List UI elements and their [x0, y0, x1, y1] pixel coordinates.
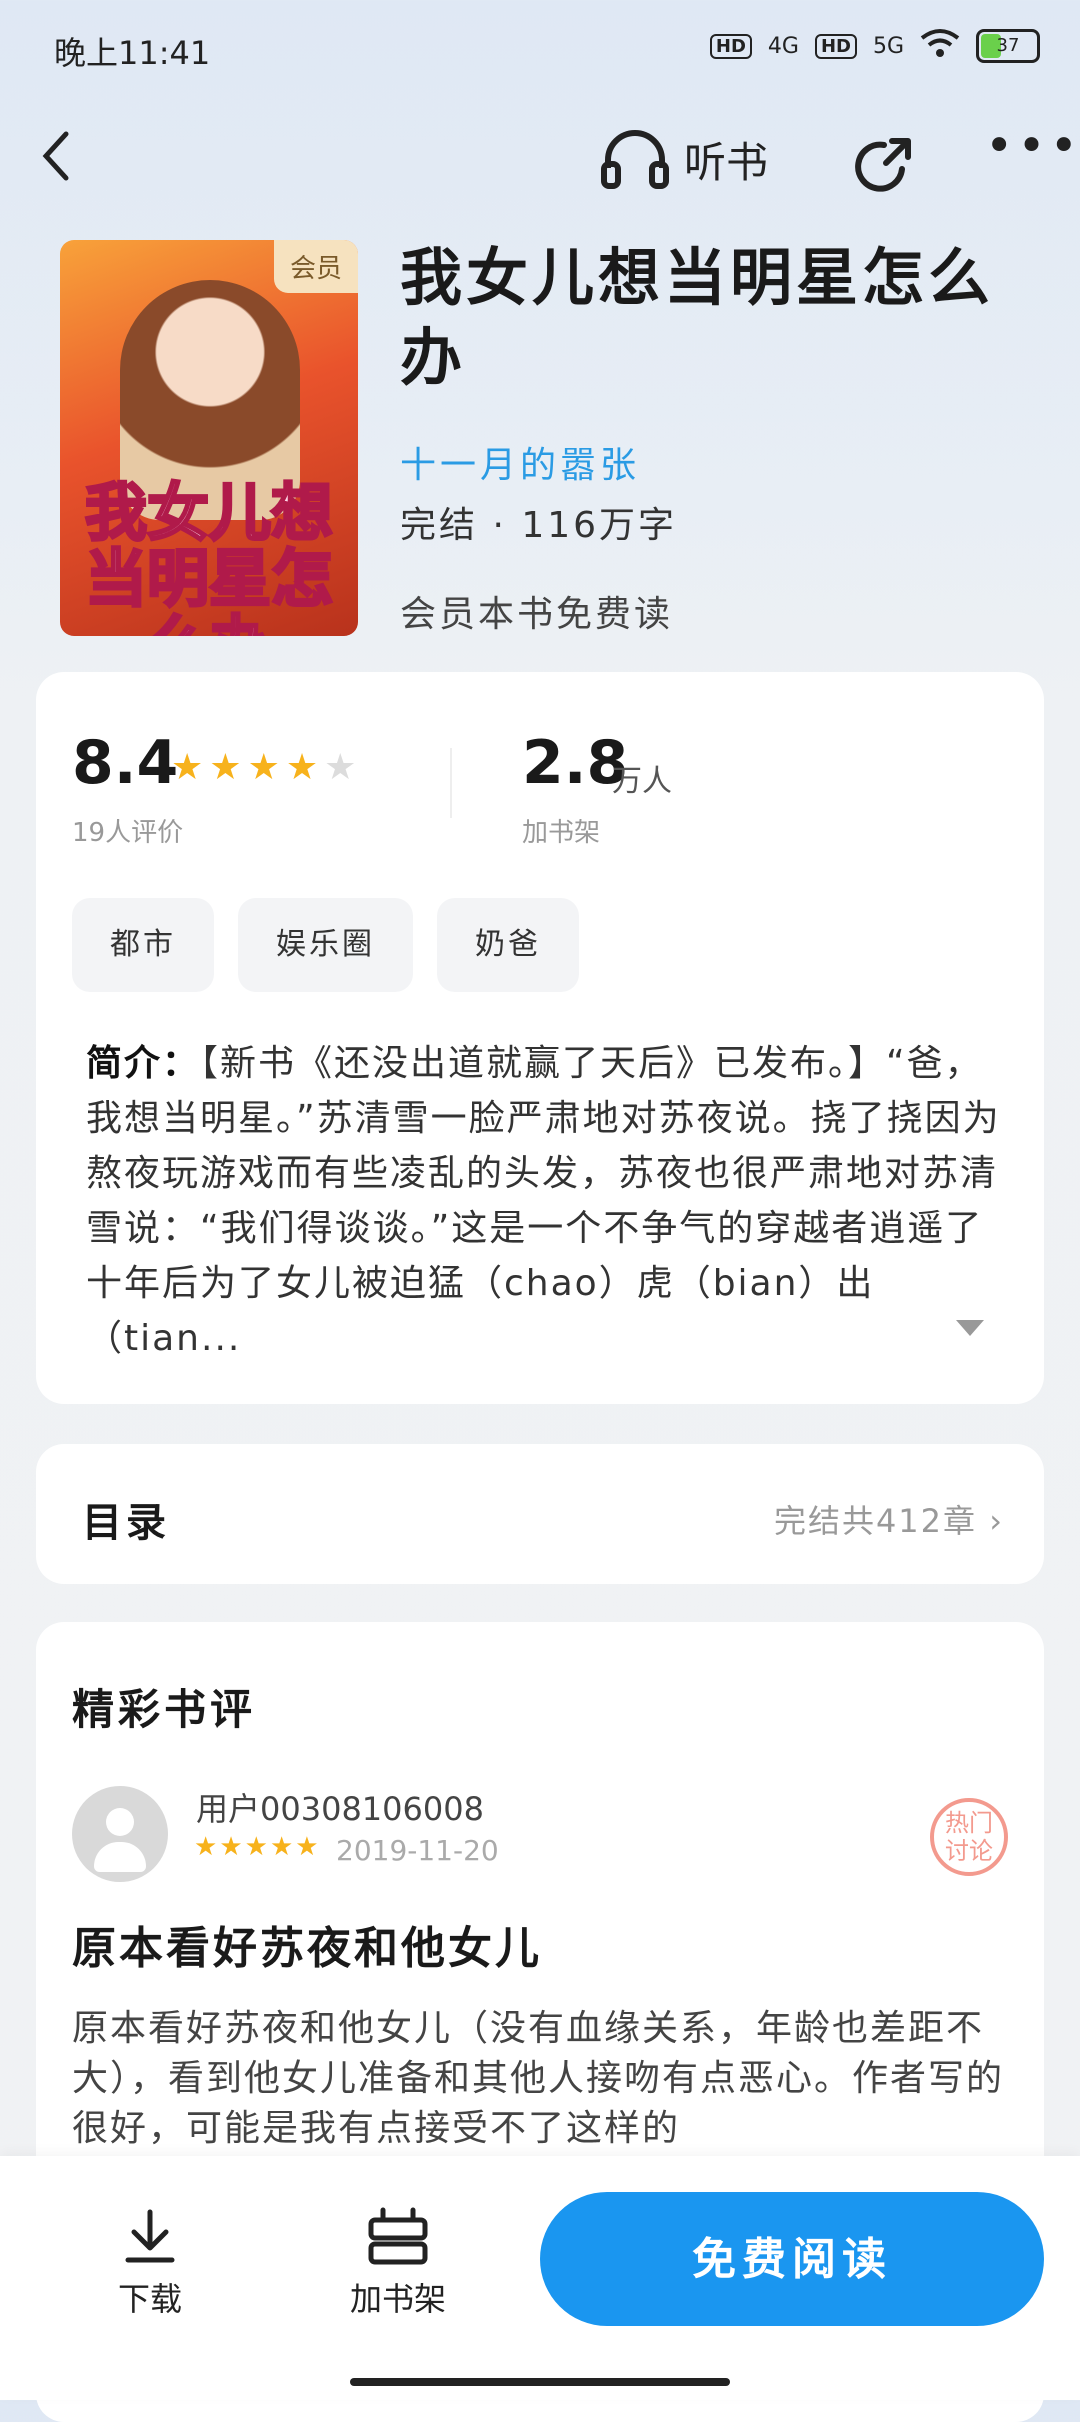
- star-icon: ★: [194, 1832, 218, 1862]
- status-time: 晚上11:41: [54, 34, 211, 72]
- star-icon: ★: [209, 747, 242, 788]
- star-empty-icon: ★: [324, 747, 357, 788]
- author-link[interactable]: 十一月的嚣张: [400, 436, 640, 488]
- rating-score: 8.4: [72, 728, 179, 798]
- download-button[interactable]: 下载: [110, 2206, 190, 2320]
- star-icon: ★: [285, 747, 319, 788]
- status-bar: 晚上11:41 HD 4G HD 5G 37: [0, 0, 1080, 100]
- star-icon: ★: [269, 1832, 294, 1862]
- battery-icon: 37: [976, 29, 1040, 63]
- review-stars: ★ ★ ★ ★ ★: [194, 1834, 319, 1860]
- reviews-heading: 精彩书评: [72, 1685, 257, 1734]
- home-indicator[interactable]: [350, 2378, 730, 2386]
- tag-list: 都市 娱乐圈 奶爸: [72, 898, 579, 992]
- share-button[interactable]: [850, 135, 911, 195]
- book-intro[interactable]: 简介：【新书《还没出道就赢了天后》已发布。】“爸，我想当明星。”苏清雪一脸严肃地…: [86, 1036, 1006, 1366]
- star-icon: ★: [171, 747, 204, 788]
- back-button[interactable]: [40, 130, 80, 190]
- book-summary-card: 8.4 ★ ★ ★ ★ ★ 19人评价 2.8 万人 加书架 都市 娱乐圈 奶爸…: [36, 672, 1044, 1404]
- add-to-shelf-button[interactable]: 加书架: [338, 2206, 458, 2320]
- more-dots-icon: •••: [985, 118, 1080, 174]
- shelf-label: 加书架: [522, 818, 601, 848]
- hd-icon-2: HD: [814, 33, 857, 59]
- hd-icon: HD: [709, 33, 752, 59]
- cover-title: 我女儿想当明星怎么办: [83, 476, 334, 636]
- chevron-left-icon: [42, 131, 69, 181]
- divider: [450, 748, 452, 818]
- download-icon: [125, 2209, 175, 2263]
- hot-discussion-badge: 热门讨论: [930, 1798, 1008, 1876]
- rating-count[interactable]: 19人评价: [72, 812, 183, 849]
- toc-row[interactable]: 目录 完结共412章 ›: [36, 1444, 1044, 1584]
- listen-book-button[interactable]: 听书: [600, 128, 768, 190]
- expand-triangle-icon[interactable]: [956, 1320, 984, 1336]
- toc-chapter-count: 完结共412章 ›: [773, 1502, 1004, 1540]
- vip-badge: 会员: [273, 240, 358, 293]
- intro-label: 简介：: [86, 1043, 201, 1084]
- free-read-button[interactable]: 免费阅读: [540, 2192, 1044, 2326]
- avatar[interactable]: [72, 1786, 168, 1882]
- toc-label: 目录: [82, 1500, 170, 1546]
- share-icon: [855, 138, 911, 192]
- more-button[interactable]: •••: [985, 118, 1080, 174]
- review-body[interactable]: 原本看好苏夜和他女儿（没有血缘关系，年龄也差距不大），看到他女儿准备和其他人接吻…: [72, 2004, 1012, 2154]
- vip-free-note: 会员本书免费读: [400, 594, 674, 635]
- bookshelf-icon: [368, 2207, 428, 2265]
- status-icons: HD 4G HD 5G 37: [709, 28, 1040, 64]
- shelf-unit: 万人: [612, 764, 672, 799]
- rating-stars: ★ ★ ★ ★ ★: [171, 750, 356, 786]
- tag-chip[interactable]: 奶爸: [437, 898, 579, 992]
- headphones-icon: [601, 130, 669, 189]
- star-icon: ★: [295, 1832, 319, 1862]
- book-meta: 完结 · 116万字: [400, 505, 678, 546]
- bottom-action-bar: 下载 加书架 免费阅读: [0, 2156, 1080, 2400]
- download-label: 下载: [117, 2280, 182, 2318]
- book-cover[interactable]: 我女儿想当明星怎么办 会员: [60, 240, 358, 636]
- tag-chip[interactable]: 都市: [72, 898, 214, 992]
- star-icon: ★: [244, 1832, 268, 1862]
- review-title[interactable]: 原本看好苏夜和他女儿: [72, 1912, 542, 1976]
- star-icon: ★: [219, 1832, 243, 1862]
- book-title: 我女儿想当明星怎么办: [400, 241, 995, 394]
- wifi-icon: [920, 28, 960, 64]
- signal-4g-icon: 4G: [767, 33, 799, 59]
- review-username[interactable]: 用户00308106008: [196, 1784, 484, 1830]
- add-shelf-label: 加书架: [349, 2280, 446, 2318]
- signal-5g-icon: 5G: [872, 33, 904, 59]
- tag-chip[interactable]: 娱乐圈: [238, 898, 413, 992]
- listen-label: 听书: [684, 137, 769, 187]
- intro-text: 【新书《还没出道就赢了天后》已发布。】“爸，我想当明星。”苏清雪一脸严肃地对苏夜…: [86, 1043, 1001, 1359]
- star-icon: ★: [247, 747, 280, 788]
- review-date: 2019-11-20: [336, 1834, 499, 1867]
